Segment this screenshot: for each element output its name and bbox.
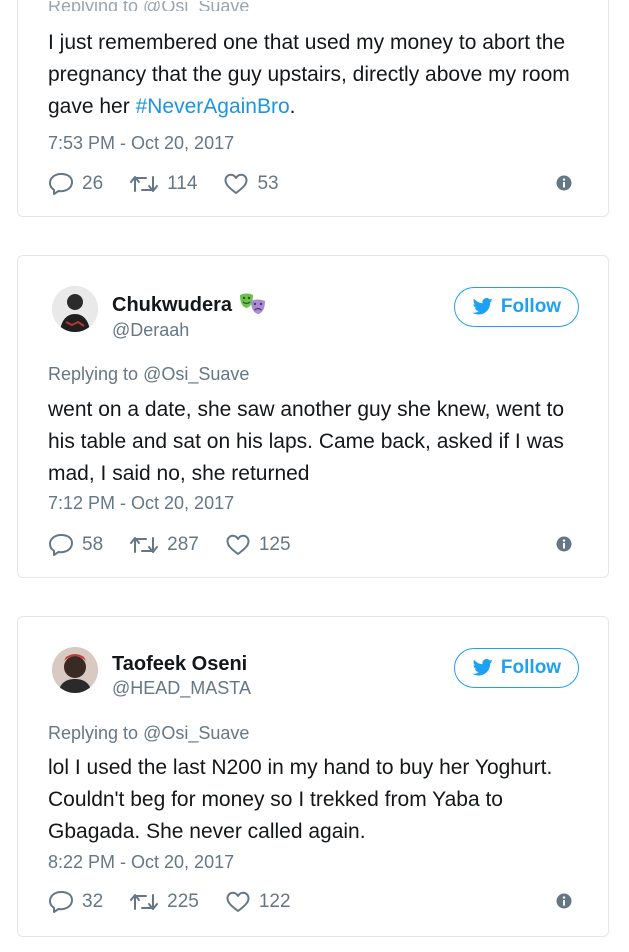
- hashtag-link[interactable]: #NeverAgainBro: [136, 95, 290, 118]
- info-button[interactable]: [556, 175, 572, 196]
- retweet-button[interactable]: 287: [129, 534, 199, 556]
- like-count: 125: [258, 534, 291, 555]
- retweet-button[interactable]: 114: [129, 173, 197, 195]
- tweet-text: lol I used the last N200 in my hand to b…: [48, 756, 553, 843]
- author-handle[interactable]: @Deraah: [112, 320, 268, 341]
- tweet-timestamp[interactable]: 7:12 PM - Oct 20, 2017: [48, 493, 234, 514]
- like-button[interactable]: 122: [225, 890, 291, 914]
- replying-prefix: Replying to: [48, 723, 139, 743]
- theater-masks-emoji: [240, 293, 266, 314]
- author-name[interactable]: Taofeek Oseni: [112, 653, 251, 676]
- reply-icon: [49, 891, 73, 913]
- like-button[interactable]: 53: [223, 172, 279, 196]
- retweet-button[interactable]: 225: [129, 891, 199, 913]
- retweet-count: 287: [167, 534, 199, 555]
- tweet-actions: 58 287 125: [48, 532, 588, 558]
- author-handle[interactable]: @HEAD_MASTA: [112, 678, 251, 699]
- info-icon: [556, 893, 572, 909]
- avatar[interactable]: [52, 647, 98, 693]
- like-icon: [226, 891, 250, 912]
- display-name: Chukwudera: [112, 293, 233, 316]
- reply-count: 32: [82, 891, 104, 912]
- like-count: 53: [257, 173, 279, 194]
- retweet-count: 114: [167, 173, 198, 194]
- tweet-card[interactable]: Chukwudera @Deraah Follow Replying to @O…: [17, 255, 609, 578]
- follow-button[interactable]: Follow: [454, 648, 579, 688]
- reply-icon: [49, 173, 73, 195]
- like-count: 122: [258, 891, 291, 912]
- follow-label: Follow: [500, 657, 562, 678]
- author-block[interactable]: Taofeek Oseni @HEAD_MASTA: [112, 653, 251, 699]
- replying-to: Replying to @Osi_Suave: [48, 723, 249, 744]
- retweet-icon: [130, 894, 159, 910]
- like-icon: [226, 534, 250, 555]
- author-name[interactable]: Chukwudera: [112, 292, 268, 318]
- tweet-text-end: .: [289, 95, 296, 118]
- retweet-count: 225: [167, 891, 199, 912]
- like-icon: [224, 173, 248, 194]
- tweet-text-body: I just remembered one that used my money…: [48, 31, 570, 118]
- replying-prefix: Replying to: [48, 364, 139, 384]
- tweet-text: went on a date, she saw another guy she …: [48, 398, 564, 485]
- tweet-actions: 26 114 53: [48, 171, 588, 197]
- replying-mention-link[interactable]: @Osi_Suave: [143, 723, 249, 743]
- avatar-image: [52, 286, 98, 332]
- reply-count: 26: [82, 173, 104, 194]
- tweet-card[interactable]: Replying to @Osi_Suave I just remembered…: [17, 0, 609, 217]
- tweet-timestamp[interactable]: 8:22 PM - Oct 20, 2017: [48, 852, 234, 873]
- info-icon: [556, 175, 572, 191]
- info-button[interactable]: [556, 536, 572, 557]
- reply-count: 58: [82, 534, 104, 555]
- reply-icon: [49, 534, 73, 556]
- info-icon: [556, 536, 572, 552]
- reply-button[interactable]: 58: [48, 533, 103, 557]
- replying-to-cut: Replying to @Osi_Suave: [48, 1, 250, 11]
- retweet-icon: [130, 176, 159, 192]
- display-name: Taofeek Oseni: [112, 653, 248, 675]
- like-button[interactable]: 125: [225, 533, 291, 557]
- follow-button[interactable]: Follow: [454, 287, 579, 327]
- avatar[interactable]: [52, 286, 98, 332]
- retweet-icon: [130, 537, 159, 553]
- info-button[interactable]: [556, 893, 572, 914]
- twitter-bird-icon: [472, 659, 493, 676]
- tweet-text: I just remembered one that used my money…: [48, 27, 588, 123]
- replying-to: Replying to @Osi_Suave: [48, 364, 249, 385]
- reply-button[interactable]: 32: [48, 890, 103, 914]
- author-block[interactable]: Chukwudera @Deraah: [112, 292, 268, 341]
- tweet-card[interactable]: Taofeek Oseni @HEAD_MASTA Follow Replyin…: [17, 616, 609, 937]
- tweet-actions: 32 225 122: [48, 889, 588, 915]
- follow-label: Follow: [500, 296, 562, 317]
- avatar-image: [52, 647, 98, 693]
- replying-mention-link[interactable]: @Osi_Suave: [143, 364, 249, 384]
- tweet-timestamp[interactable]: 7:53 PM - Oct 20, 2017: [48, 133, 234, 154]
- twitter-bird-icon: [472, 298, 493, 315]
- reply-button[interactable]: 26: [48, 172, 103, 196]
